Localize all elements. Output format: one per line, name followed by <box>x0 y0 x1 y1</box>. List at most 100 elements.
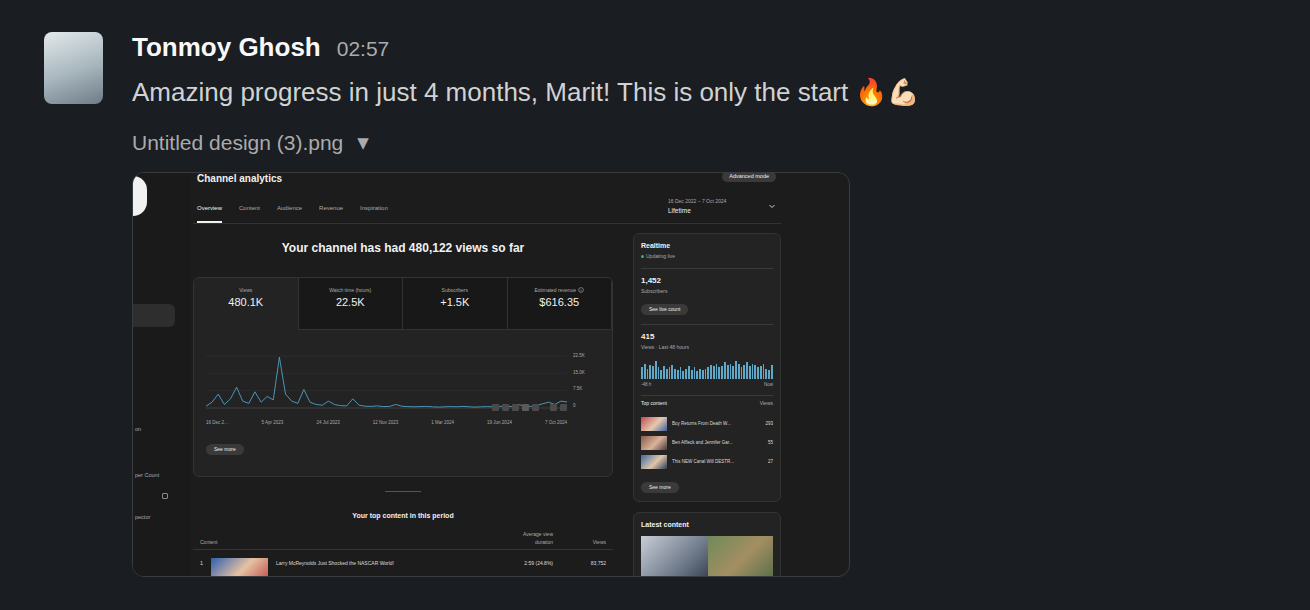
realtime-bar <box>707 367 709 379</box>
date-period: Lifetime <box>668 206 726 215</box>
tab[interactable]: Revenue <box>319 193 343 223</box>
live-status: Updating live <box>641 251 773 261</box>
sidebar-item[interactable]: on <box>133 424 190 434</box>
x-axis: 16 Dec 2…5 Apr 202324 Jul 202312 Nov 202… <box>206 419 567 427</box>
realtime-bar <box>735 361 737 379</box>
tab[interactable]: Overview <box>197 193 222 223</box>
control-icon[interactable] <box>502 404 509 411</box>
left-column: Your channel has had 480,122 views so fa… <box>193 233 613 577</box>
realtime-views: 415 <box>641 332 773 342</box>
chart-controls <box>194 404 612 411</box>
table-row[interactable]: 1Larry McReynolds Just Shocked the NASCA… <box>193 550 613 577</box>
tab-label: Audience <box>277 205 302 211</box>
realtime-see-more-button[interactable]: See more <box>641 482 679 493</box>
info-icon[interactable] <box>578 287 584 293</box>
control-icon[interactable] <box>532 404 539 411</box>
drag-handle <box>385 491 421 492</box>
tab[interactable]: Audience <box>277 193 302 223</box>
tab[interactable]: Inspiration <box>360 193 388 223</box>
sidebar-selected-item[interactable] <box>133 304 175 327</box>
collapse-toggle[interactable]: ▼ <box>357 130 369 156</box>
metric-label-row: Subscribers <box>442 285 468 295</box>
metric-value: +1.5K <box>440 295 469 309</box>
realtime-bar <box>724 362 726 379</box>
video-title: Boy Returns From Death W... <box>672 420 760 428</box>
chart-row: 22.5K15.0K7.5K0 <box>194 350 612 410</box>
control-icon[interactable] <box>560 404 567 411</box>
sidebar-item[interactable]: per Count <box>133 470 190 480</box>
table-header: ContentAverage view durationViews <box>193 530 613 550</box>
realtime-bar <box>727 365 729 379</box>
realtime-top-list: Boy Returns From Death W...293 Ben Afflec… <box>641 417 773 469</box>
control-icon[interactable] <box>512 404 519 411</box>
author-name[interactable]: Tonmoy Ghosh <box>132 31 321 63</box>
realtime-bar <box>677 370 679 379</box>
realtime-bar <box>702 370 704 379</box>
realtime-bars[interactable] <box>641 361 773 379</box>
realtime-bar <box>647 369 649 379</box>
metric-value: $616.35 <box>539 295 579 309</box>
realtime-bar <box>655 361 657 379</box>
channel-avatar-icon[interactable] <box>133 176 147 216</box>
attachment-filename[interactable]: Untitled design (3).png <box>132 130 343 156</box>
latest-thumbnail[interactable] <box>708 536 774 577</box>
tab-label: Overview <box>197 205 222 211</box>
realtime-top-row[interactable]: Boy Returns From Death W...293 <box>641 417 773 431</box>
play-icon[interactable] <box>522 404 529 411</box>
metric-tile[interactable]: Estimated revenue$616.35 <box>508 278 613 330</box>
realtime-bar <box>644 364 646 379</box>
realtime-bar <box>721 366 723 379</box>
realtime-bar <box>688 366 690 379</box>
timestamp[interactable]: 02:57 <box>337 33 390 65</box>
latest-title: Latest content <box>641 520 773 530</box>
headline: Your channel has had 480,122 views so fa… <box>193 240 613 256</box>
metric-label: Subscribers <box>442 285 468 295</box>
see-more-button[interactable]: See more <box>206 444 244 455</box>
realtime-bar <box>765 369 767 379</box>
attachment-header: Untitled design (3).png ▼ <box>132 130 919 156</box>
realtime-bar <box>663 366 665 379</box>
date-picker[interactable]: 16 Dec 2022 – 7 Oct 2024 Lifetime <box>668 197 776 215</box>
advanced-mode-button[interactable]: Advanced mode <box>722 172 776 182</box>
row-rank: 1 <box>200 558 207 568</box>
attachment-image[interactable]: onper Countpector Channel analytics Adva… <box>132 172 850 577</box>
avatar[interactable] <box>44 32 103 104</box>
realtime-top-row[interactable]: Ben Affleck and Jennifer Gar...55 <box>641 436 773 450</box>
x-tick: 1 Mar 2024 <box>431 419 454 427</box>
subscriber-label: Subscribers <box>641 286 773 296</box>
metric-tile[interactable]: Subscribers+1.5K <box>403 278 508 330</box>
divider <box>641 268 773 269</box>
realtime-bar <box>738 364 740 379</box>
realtime-card: Realtime Updating live 1,452 Subscribers… <box>633 233 781 502</box>
realtime-bar <box>682 371 684 379</box>
realtime-top-title: Top content <box>641 398 667 408</box>
video-thumbnail <box>641 436 667 450</box>
x-tick: 5 Apr 2023 <box>262 419 284 427</box>
tab[interactable]: Content <box>239 193 260 223</box>
metric-tile[interactable]: Watch time (hours)22.5K <box>299 278 404 330</box>
external-link-icon[interactable] <box>162 493 168 499</box>
top-content-header: Top content Views <box>641 398 773 408</box>
views-line[interactable] <box>206 357 567 407</box>
latest-thumbnail[interactable] <box>641 536 708 577</box>
control-icon[interactable] <box>550 404 557 411</box>
metric-tile[interactable]: Views480.1K <box>194 278 299 330</box>
realtime-top-row[interactable]: This NEW Canal Will DESTR...27 <box>641 455 773 469</box>
y-tick: 22.5K <box>573 352 585 360</box>
sidebar-items: on per Count pector <box>133 327 190 522</box>
views-chart[interactable] <box>206 350 567 410</box>
columns: Your channel has had 480,122 views so fa… <box>193 233 781 577</box>
sidebar-item[interactable]: pector <box>133 512 190 522</box>
latest-content-card: Latest content <box>633 512 781 577</box>
axis-end: Now <box>764 380 773 390</box>
realtime-bar <box>705 369 707 379</box>
x-tick: 12 Nov 2023 <box>373 419 399 427</box>
tab-label: Revenue <box>319 205 343 211</box>
control-icon[interactable] <box>492 404 499 411</box>
live-count-button[interactable]: See live count <box>641 304 688 315</box>
subscriber-count: 1,452 <box>641 276 773 286</box>
axis-start: -48 h <box>641 380 651 390</box>
video-views: 27 <box>768 458 773 466</box>
realtime-bar <box>741 367 743 379</box>
metric-value: 22.5K <box>336 295 365 309</box>
